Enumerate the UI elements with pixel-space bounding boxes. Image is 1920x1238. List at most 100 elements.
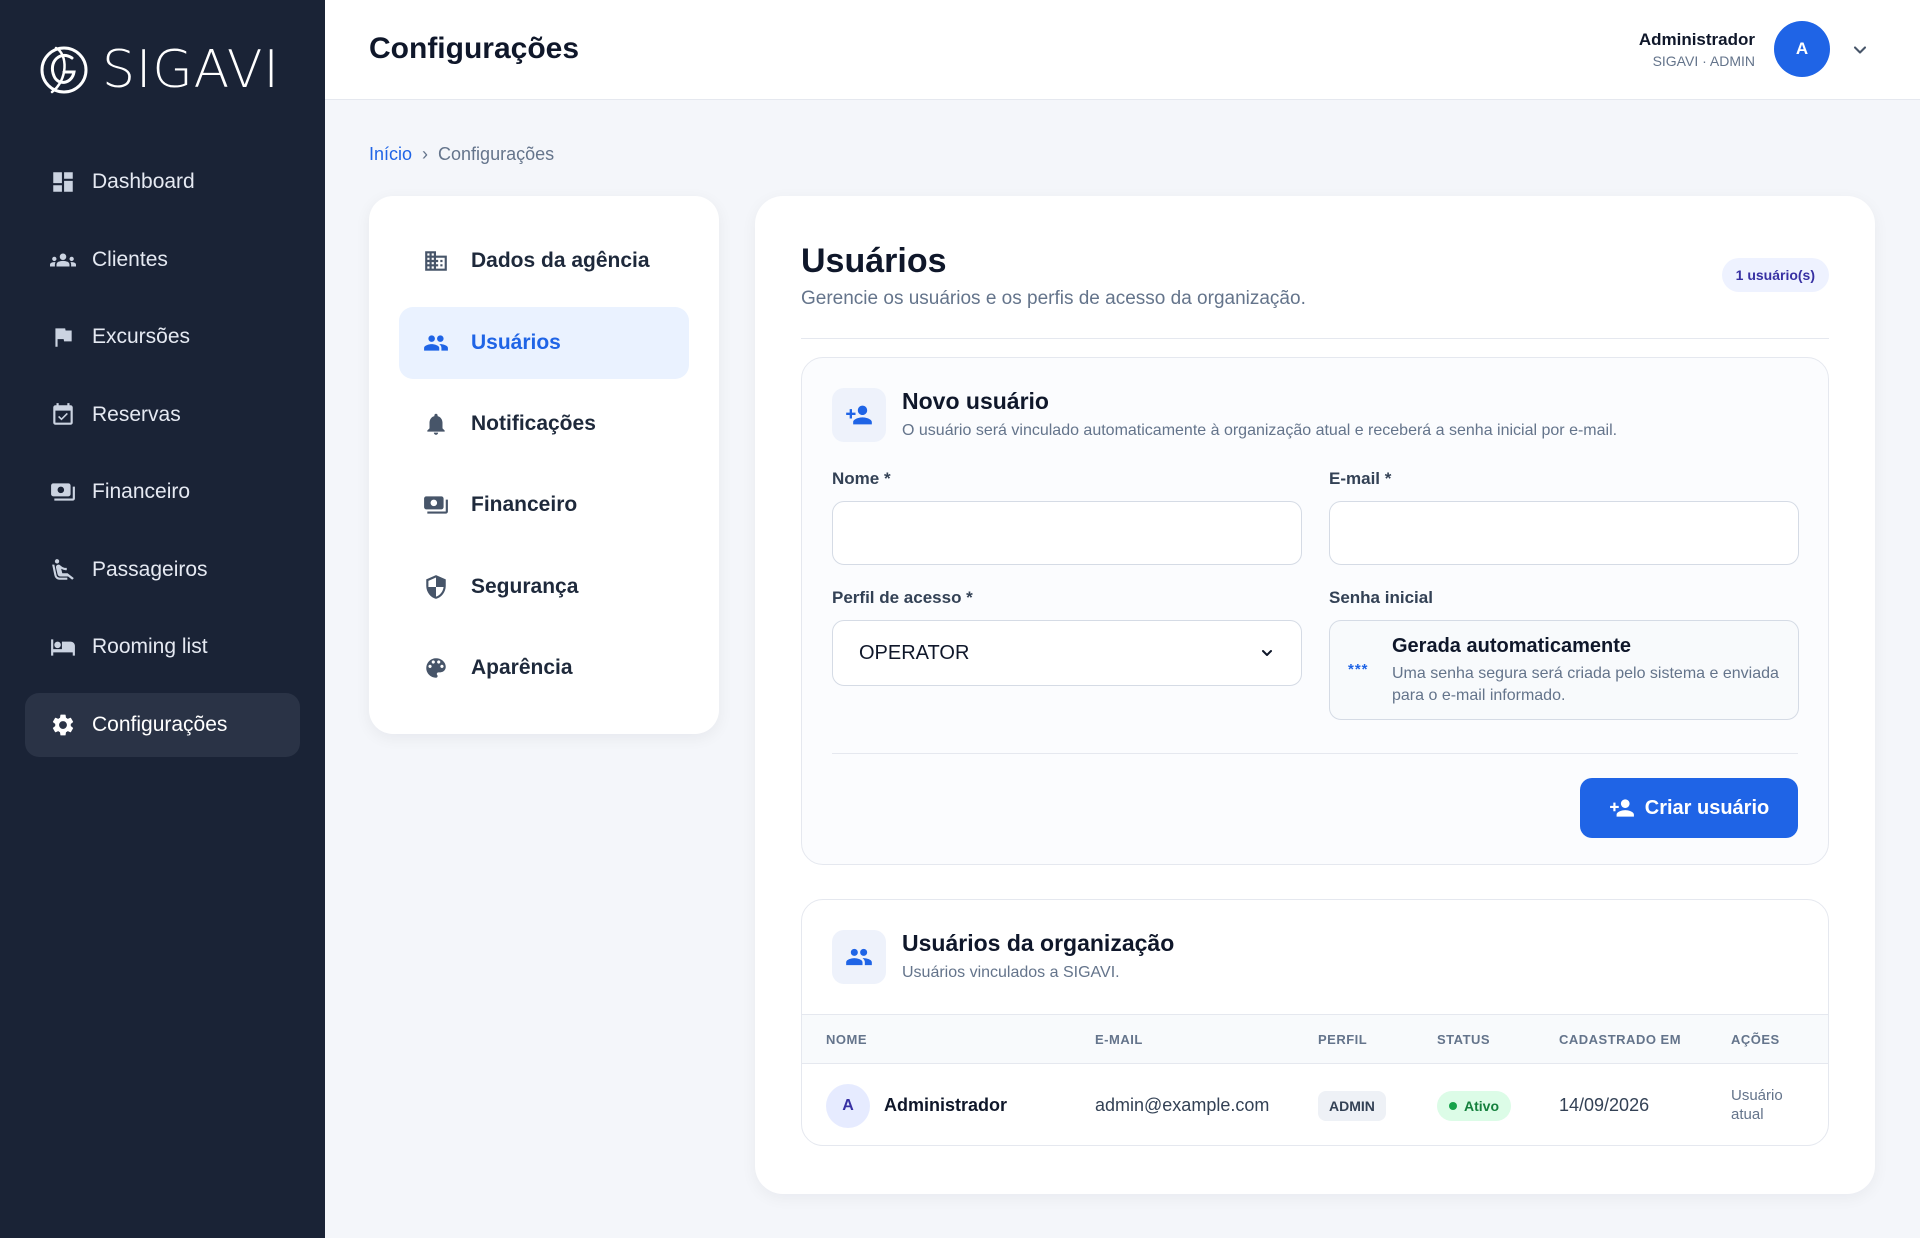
password-info-text: Uma senha segura será criada pelo sistem… [1392, 665, 1779, 704]
table-header: NOME E-MAIL PERFIL STATUS CADASTRADO EM … [802, 1014, 1828, 1064]
email-label: E-mail * [1329, 469, 1392, 488]
top-header: Configurações Administrador SIGAVI · ADM… [325, 0, 1920, 100]
profile-badge: ADMIN [1318, 1091, 1386, 1121]
avatar: A [826, 1084, 870, 1128]
bed-icon [49, 633, 77, 661]
breadcrumb: Início › Configurações [369, 144, 554, 165]
user-role: SIGAVI · ADMIN [1652, 53, 1755, 69]
sidebar-item-clientes[interactable]: Clientes [25, 228, 300, 292]
create-user-button[interactable]: Criar usuário [1580, 778, 1798, 838]
sidebar-item-label: Passageiros [92, 557, 208, 581]
org-users-panel: Usuários da organização Usuários vincula… [801, 899, 1829, 1146]
users-icon [421, 328, 451, 358]
sidebar-item-label: Dashboard [92, 170, 195, 193]
name-label: Nome * [832, 469, 891, 488]
settings-item-label: Segurança [471, 575, 579, 598]
user-row-name: Administrador [884, 1095, 1008, 1115]
sidebar-item-label: Clientes [92, 247, 168, 271]
org-users-subtitle: Usuários vinculados a SIGAVI. [902, 964, 1120, 981]
profile-select[interactable]: OPERATOR [832, 620, 1302, 686]
shield-icon [421, 572, 451, 602]
table-row: A Administrador admin@example.com ADMIN … [802, 1064, 1828, 1145]
status-dot-icon [1449, 1102, 1457, 1110]
sidebar-item-label: Financeiro [92, 480, 191, 503]
bell-icon [421, 409, 451, 439]
person-add-icon [832, 388, 886, 442]
sidebar-item-label: Configurações [92, 712, 228, 736]
breadcrumb-separator: › [422, 144, 429, 164]
settings-item-label: Financeiro [471, 493, 578, 516]
column-header-status: STATUS [1437, 1032, 1491, 1047]
settings-item-usuarios[interactable]: Usuários [399, 307, 689, 379]
new-user-panel: Novo usuário O usuário será vinculado au… [801, 357, 1829, 865]
password-label: Senha inicial [1329, 588, 1433, 607]
new-user-subtitle: O usuário será vinculado automaticamente… [902, 422, 1618, 439]
users-main-card: Usuários Gerencie os usuários e os perfi… [755, 196, 1875, 1194]
sidebar-item-label: Rooming list [92, 635, 208, 658]
section-title: Usuários [801, 242, 947, 280]
user-row-email: admin@example.com [1095, 1095, 1270, 1115]
breadcrumb-home-link[interactable]: Início [369, 144, 412, 165]
settings-item-label: Aparência [471, 656, 573, 679]
money-icon [421, 490, 451, 520]
user-row-created: 14/09/2026 [1559, 1095, 1650, 1115]
section-subtitle: Gerencie os usuários e os perfis de aces… [801, 288, 1306, 309]
sidebar-item-label: Excursões [92, 325, 191, 348]
sidebar-item-financeiro[interactable]: Financeiro [25, 460, 300, 524]
user-name: Administrador [1638, 30, 1755, 49]
column-header-email: E-MAIL [1095, 1032, 1143, 1047]
user-info[interactable]: Administrador SIGAVI · ADMIN [1639, 30, 1755, 69]
sidebar-item-configuracoes[interactable]: Configurações [25, 692, 300, 757]
password-info-title: Gerada automaticamente [1392, 635, 1631, 657]
sidebar: SIGAVI Dashboard Clientes Excursões Rese… [0, 0, 325, 1238]
settings-item-dados-agencia[interactable]: Dados da agência [399, 225, 689, 297]
gear-icon [49, 711, 77, 739]
sidebar-item-reservas[interactable]: Reservas [25, 383, 300, 447]
settings-item-label: Dados da agência [471, 249, 650, 272]
password-icon: *** [1348, 661, 1369, 678]
person-add-icon [1609, 799, 1634, 817]
sidebar-item-rooming-list[interactable]: Rooming list [25, 615, 300, 679]
column-header-profile: PERFIL [1318, 1032, 1368, 1047]
settings-item-seguranca[interactable]: Segurança [399, 551, 689, 623]
palette-icon [421, 653, 451, 683]
name-field[interactable] [832, 501, 1302, 565]
status-badge: Ativo [1437, 1091, 1511, 1121]
user-count-badge: 1 usuário(s) [1721, 258, 1829, 292]
app-logo[interactable]: SIGAVI [38, 40, 280, 100]
settings-item-aparencia[interactable]: Aparência [399, 632, 689, 704]
sidebar-item-excursoes[interactable]: Excursões [25, 305, 300, 369]
column-header-created: CADASTRADO EM [1559, 1032, 1682, 1047]
org-users-title: Usuários da organização [902, 930, 1175, 956]
avatar[interactable]: A [1774, 21, 1830, 77]
chevron-down-icon[interactable] [1850, 40, 1870, 60]
email-field[interactable] [1329, 501, 1799, 565]
divider [832, 753, 1798, 754]
divider [801, 338, 1829, 339]
profile-label: Perfil de acesso * [832, 588, 973, 607]
sidebar-item-dashboard[interactable]: Dashboard [25, 150, 300, 214]
settings-item-financeiro[interactable]: Financeiro [399, 469, 689, 541]
people-icon [49, 246, 77, 274]
settings-item-label: Notificações [471, 412, 596, 435]
settings-item-notificacoes[interactable]: Notificações [399, 388, 689, 460]
chevron-down-icon [1262, 650, 1272, 656]
sidebar-item-passageiros[interactable]: Passageiros [25, 538, 300, 602]
settings-menu: Dados da agência Usuários Notificações F… [369, 196, 719, 734]
dashboard-icon [49, 168, 77, 196]
breadcrumb-current: Configurações [438, 144, 555, 164]
sidebar-item-label: Reservas [92, 402, 181, 426]
users-icon [832, 930, 886, 984]
new-user-title: Novo usuário [902, 388, 1049, 414]
user-row-action: Usuário atual [1731, 1087, 1783, 1123]
sidebar-nav: Dashboard Clientes Excursões Reservas Fi… [25, 150, 300, 770]
page-title: Configurações [369, 32, 580, 65]
money-icon [49, 478, 77, 506]
column-header-name: NOME [826, 1032, 867, 1047]
app-name: SIGAVI [102, 40, 280, 100]
column-header-actions: AÇÕES [1731, 1032, 1780, 1047]
seat-icon [49, 556, 77, 584]
status-badge-label: Ativo [1464, 1098, 1499, 1114]
flag-icon [49, 323, 77, 351]
building-icon [421, 246, 451, 276]
